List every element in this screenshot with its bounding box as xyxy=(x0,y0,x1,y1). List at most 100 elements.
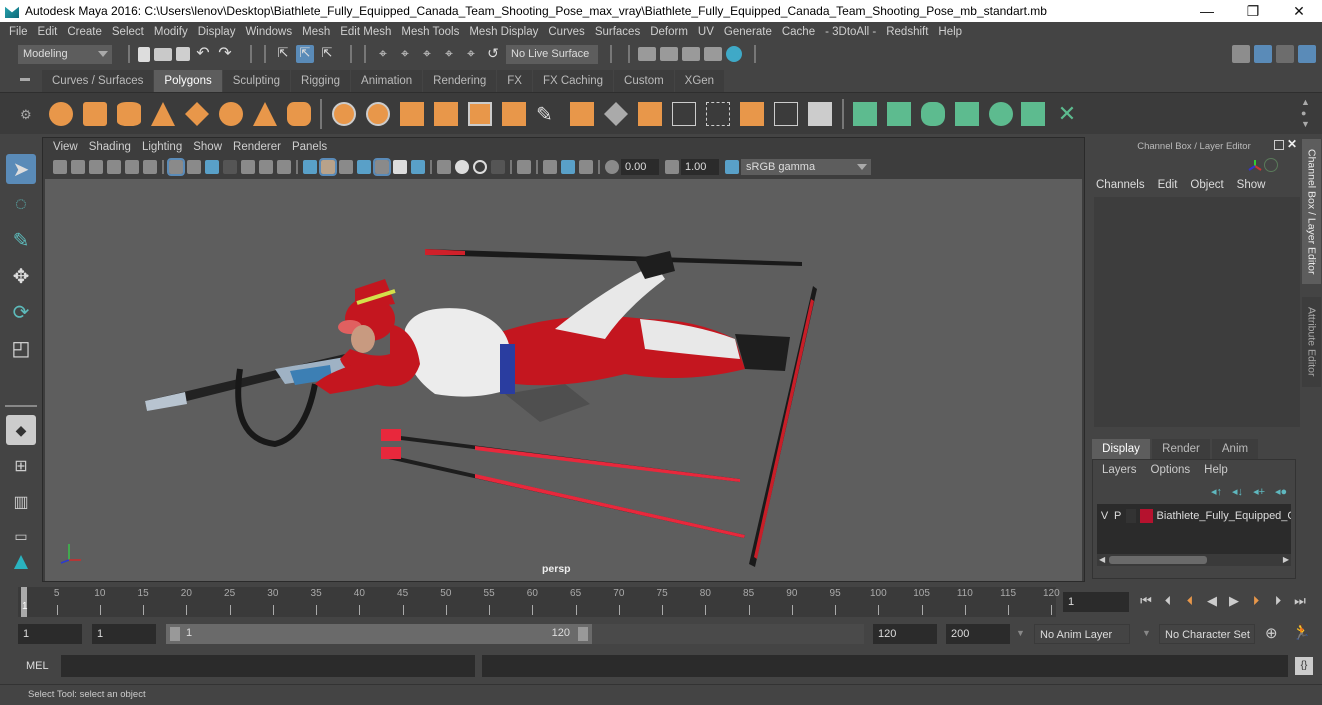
snap-point-icon[interactable]: ⌖ xyxy=(418,45,436,63)
auto-key-icon[interactable]: ⊕ xyxy=(1265,624,1278,642)
isolate-select-icon[interactable] xyxy=(517,160,531,174)
move-layer-down-icon[interactable]: ◂↓ xyxy=(1232,485,1243,498)
render-current-frame-icon[interactable] xyxy=(660,47,678,61)
poly-cube-icon[interactable] xyxy=(83,102,107,126)
panel-menu-show[interactable]: Show xyxy=(189,141,229,153)
layer-name[interactable]: Biathlete_Fully_Equipped_Ca xyxy=(1157,510,1291,522)
menu-select[interactable]: Select xyxy=(107,26,149,38)
move-tool-icon[interactable]: ✥ xyxy=(6,261,36,291)
close-panel-icon[interactable]: ✕ xyxy=(1287,137,1297,151)
channels-menu[interactable]: Channels xyxy=(1096,179,1145,191)
menu-edit-mesh[interactable]: Edit Mesh xyxy=(335,26,396,38)
menu-file[interactable]: File xyxy=(4,26,33,38)
menu-curves[interactable]: Curves xyxy=(543,26,589,38)
menu-mesh[interactable]: Mesh xyxy=(297,26,335,38)
shelf-tab-rendering[interactable]: Rendering xyxy=(423,70,497,92)
select-hierarchy-icon[interactable]: ⇱ xyxy=(274,45,292,63)
menu-generate[interactable]: Generate xyxy=(719,26,777,38)
modeling-toolkit-icon[interactable] xyxy=(1232,45,1250,63)
object-menu[interactable]: Object xyxy=(1190,179,1223,191)
command-input[interactable] xyxy=(61,655,475,677)
range-track[interactable] xyxy=(592,624,864,644)
bookmark-icon[interactable] xyxy=(89,160,103,174)
film-gate-icon[interactable] xyxy=(187,160,201,174)
edit-menu[interactable]: Edit xyxy=(1158,179,1178,191)
smooth-icon[interactable] xyxy=(434,102,458,126)
grease-pencil-icon[interactable] xyxy=(143,160,157,174)
scrollbar-thumb[interactable] xyxy=(1109,556,1207,564)
open-scene-icon[interactable] xyxy=(154,47,172,61)
restore-button[interactable]: ❐ xyxy=(1230,3,1276,20)
scroll-right-icon[interactable]: ▶ xyxy=(1283,555,1289,564)
snap-curve-icon[interactable]: ⌖ xyxy=(396,45,414,63)
close-button[interactable]: ✕ xyxy=(1276,3,1322,20)
color-management-icon[interactable] xyxy=(725,160,739,174)
lasso-tool-icon[interactable]: ◌ xyxy=(6,189,36,219)
panel-menu-panels[interactable]: Panels xyxy=(288,141,334,153)
command-language-label[interactable]: MEL xyxy=(26,660,49,672)
select-tool-icon[interactable]: ➤ xyxy=(6,154,36,184)
scale-tool-icon[interactable]: ◰ xyxy=(6,333,36,363)
layer-horizontal-scrollbar[interactable]: ◀ ▶ xyxy=(1097,554,1291,566)
reduce-icon[interactable] xyxy=(468,102,492,126)
menu-modify[interactable]: Modify xyxy=(149,26,193,38)
shelf-scroll-icon[interactable]: ▲ ● ▼ xyxy=(1301,97,1310,130)
select-object-icon[interactable]: ⇱ xyxy=(296,45,314,63)
gear-icon[interactable]: ⚙ xyxy=(20,107,32,123)
attribute-editor-toggle-icon[interactable] xyxy=(1254,45,1272,63)
scroll-left-icon[interactable]: ◀ xyxy=(1099,555,1105,564)
layer-row[interactable]: V P Biathlete_Fully_Equipped_Ca xyxy=(1097,508,1291,524)
undo-icon[interactable]: ↶ xyxy=(194,45,212,63)
step-forward-frame-icon[interactable]: ⏵ xyxy=(1268,593,1288,609)
smooth-shade-icon[interactable] xyxy=(319,158,337,176)
go-to-end-icon[interactable]: ⏭ xyxy=(1290,593,1310,609)
menu-deform[interactable]: Deform xyxy=(645,26,693,38)
shelf-tab-custom[interactable]: Custom xyxy=(614,70,674,92)
safe-title-icon[interactable] xyxy=(277,160,291,174)
current-frame-field[interactable]: 1 xyxy=(1063,592,1129,612)
menu-surfaces[interactable]: Surfaces xyxy=(590,26,645,38)
animation-end-field[interactable]: 200 xyxy=(946,624,1010,644)
anim-layer-chevron-icon[interactable]: ▼ xyxy=(1016,628,1025,638)
wireframe-icon[interactable] xyxy=(303,160,317,174)
menu-cache[interactable]: Cache xyxy=(777,26,820,38)
channel-list[interactable] xyxy=(1094,197,1300,427)
unfold-uv-icon[interactable] xyxy=(989,102,1013,126)
camera-attributes-icon[interactable] xyxy=(71,160,85,174)
shelf-tab-polygons[interactable]: Polygons xyxy=(154,70,222,92)
menu-redshift[interactable]: Redshift xyxy=(881,26,933,38)
field-chart-icon[interactable] xyxy=(241,160,255,174)
offset-edge-loop-icon[interactable] xyxy=(706,102,730,126)
snap-surface-icon[interactable]: ⌖ xyxy=(462,45,480,63)
poly-plane-icon[interactable] xyxy=(185,102,209,126)
depth-of-field-icon[interactable] xyxy=(491,160,505,174)
menu-mesh-display[interactable]: Mesh Display xyxy=(464,26,543,38)
tab-channel-box-layer-editor[interactable]: Channel Box / Layer Editor xyxy=(1302,139,1321,284)
exposure-icon[interactable] xyxy=(605,160,619,174)
single-view-layout-icon[interactable]: ◆ xyxy=(6,415,36,445)
tab-attribute-editor[interactable]: Attribute Editor xyxy=(1302,297,1321,387)
combine-icon[interactable] xyxy=(332,102,356,126)
poly-sphere-icon[interactable] xyxy=(49,102,73,126)
xray-icon[interactable] xyxy=(543,160,557,174)
new-layer-selected-icon[interactable]: ◂● xyxy=(1275,485,1287,498)
extrude-icon[interactable] xyxy=(570,102,594,126)
layout-uv-icon[interactable]: ✕ xyxy=(1055,102,1079,126)
menu-3dtoall[interactable]: - 3DtoAll - xyxy=(820,26,881,38)
menu-windows[interactable]: Windows xyxy=(240,26,297,38)
xray-active-icon[interactable] xyxy=(561,160,575,174)
exposure-field[interactable]: 0.00 xyxy=(621,159,659,175)
shelf-tab-rigging[interactable]: Rigging xyxy=(291,70,351,92)
uv-editor-icon[interactable] xyxy=(1021,102,1045,126)
save-scene-icon[interactable] xyxy=(176,47,190,61)
menu-create[interactable]: Create xyxy=(62,26,107,38)
menu-edit[interactable]: Edit xyxy=(33,26,63,38)
cylindrical-uv-icon[interactable] xyxy=(887,102,911,126)
menu-display[interactable]: Display xyxy=(193,26,241,38)
step-back-frame-icon[interactable]: ⏴ xyxy=(1158,593,1178,609)
screen-space-ao-icon[interactable] xyxy=(437,160,451,174)
go-to-start-icon[interactable]: ⏮ xyxy=(1136,593,1156,609)
layer-playback-toggle[interactable]: P xyxy=(1112,510,1123,522)
render-settings-icon[interactable] xyxy=(704,47,722,61)
textured-icon[interactable] xyxy=(373,158,391,176)
